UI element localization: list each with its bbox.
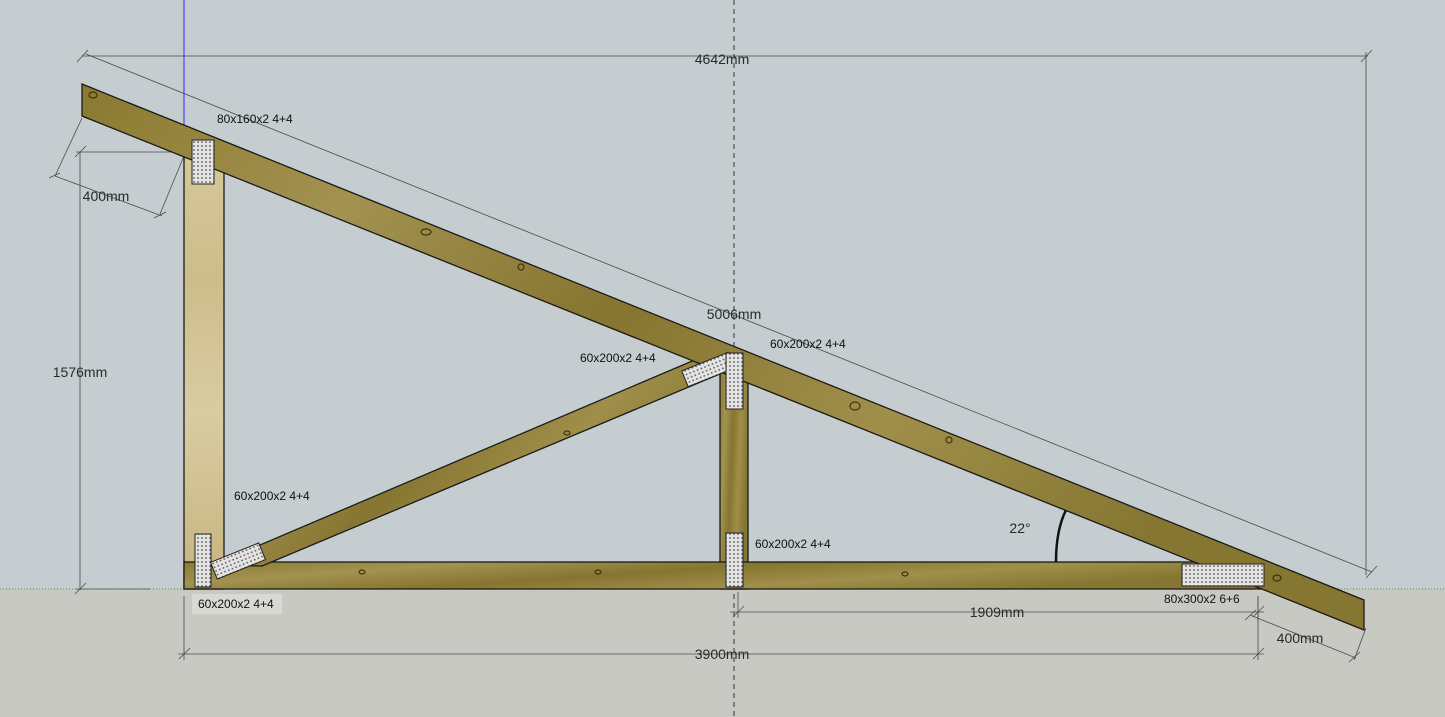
- angle-label: 22°: [1009, 520, 1030, 536]
- plate-heel: [1181, 563, 1265, 587]
- dim-overhang-left-text: 400mm: [83, 188, 130, 204]
- connector-label-rafter-center: 60x200x2 4+4: [770, 337, 846, 351]
- left-post: [183, 147, 225, 590]
- connector-label-brace-top: 60x200x2 4+4: [580, 351, 656, 365]
- connector-label-top-left: 80x160x2 4+4: [217, 112, 293, 126]
- dim-top-length-text: 4642mm: [695, 51, 749, 67]
- connector-label-brace-bottom: 60x200x2 4+4: [234, 489, 310, 503]
- bottom-chord: [183, 561, 1265, 590]
- plate-top-left: [191, 139, 215, 185]
- truss-diagram: 4642mm 5006mm 400mm 1576mm 3900mm 1909mm…: [0, 0, 1445, 717]
- connector-label-heel: 80x300x2 6+6: [1164, 592, 1240, 606]
- plate-center-bottom: [725, 532, 744, 588]
- plate-center-top: [725, 352, 744, 410]
- connector-label-center-bottom: 60x200x2 4+4: [755, 537, 831, 551]
- plate-bottom-left: [194, 533, 212, 588]
- dim-base-length-text: 3900mm: [695, 646, 749, 662]
- dim-post-height-text: 1576mm: [53, 364, 107, 380]
- connector-label-bottom-left: 60x200x2 4+4: [198, 597, 274, 611]
- dim-rafter-length-text: 5006mm: [707, 306, 761, 322]
- dim-right-span-text: 1909mm: [970, 604, 1024, 620]
- dim-overhang-right-text: 400mm: [1277, 630, 1324, 646]
